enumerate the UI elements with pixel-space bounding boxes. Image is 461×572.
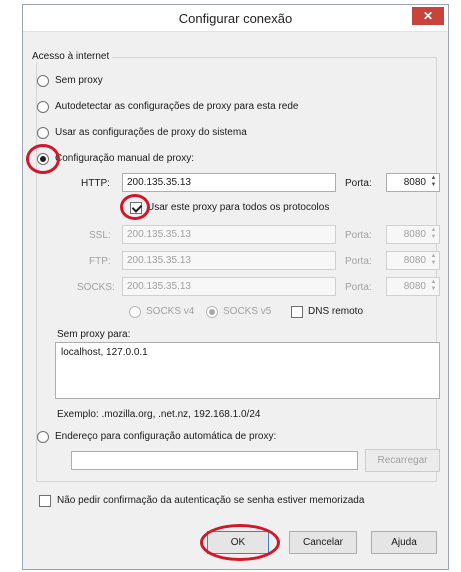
radio-socks-v4[interactable]: [129, 306, 141, 318]
socks-v4-label[interactable]: SOCKS v4: [146, 306, 194, 317]
socks-port-value: 8080: [403, 281, 426, 292]
ssl-proxy-input[interactable]: 200.135.35.13: [122, 225, 336, 244]
radio-no-proxy-label[interactable]: Sem proxy: [55, 75, 103, 86]
no-proxy-for-label: Sem proxy para:: [57, 329, 131, 340]
ftp-proxy-input[interactable]: 200.135.35.13: [122, 251, 336, 270]
dns-remote-label[interactable]: DNS remoto: [308, 306, 363, 317]
radio-system-proxy[interactable]: [37, 127, 49, 139]
ssl-port-label: Porta:: [345, 230, 372, 241]
radio-socks-v5[interactable]: [206, 306, 218, 318]
http-port-spinner[interactable]: 8080 ▲ ▼: [386, 173, 440, 192]
http-port-label: Porta:: [345, 178, 372, 189]
socks-proxy-input[interactable]: 200.135.35.13: [122, 277, 336, 296]
help-button[interactable]: Ajuda: [371, 531, 437, 554]
socks-port-spinner[interactable]: 8080 ▲ ▼: [386, 277, 440, 296]
ftp-label: FTP:: [89, 256, 111, 267]
radio-system-proxy-label[interactable]: Usar as configurações de proxy do sistem…: [55, 127, 247, 138]
share-proxy-checkbox[interactable]: [130, 202, 142, 214]
radio-no-proxy[interactable]: [37, 75, 49, 87]
spinner-arrows-icon[interactable]: ▲ ▼: [429, 227, 438, 242]
group-legend: Acesso à internet: [29, 51, 113, 62]
no-proxy-for-textarea[interactable]: localhost, 127.0.0.1: [55, 342, 440, 399]
ftp-port-value: 8080: [403, 255, 426, 266]
spinner-arrows-icon[interactable]: ▲ ▼: [429, 253, 438, 268]
auth-no-prompt-label[interactable]: Não pedir confirmação da autenticação se…: [57, 495, 364, 506]
auto-config-url-input[interactable]: [71, 451, 358, 470]
ssl-port-value: 8080: [403, 229, 426, 240]
radio-manual-proxy[interactable]: [37, 153, 49, 165]
reload-button[interactable]: Recarregar: [365, 449, 440, 472]
spinner-arrows-icon[interactable]: ▲ ▼: [429, 279, 438, 294]
radio-auto-config-url[interactable]: [37, 431, 49, 443]
no-proxy-example: Exemplo: .mozilla.org, .net.nz, 192.168.…: [57, 409, 261, 420]
socks-port-label: Porta:: [345, 282, 372, 293]
close-button[interactable]: ✕: [412, 7, 444, 25]
ftp-port-label: Porta:: [345, 256, 372, 267]
socks-label: SOCKS:: [77, 282, 115, 293]
dialog-title: Configurar conexão: [178, 11, 293, 26]
cancel-button[interactable]: Cancelar: [289, 531, 357, 554]
radio-manual-proxy-label[interactable]: Configuração manual de proxy:: [55, 153, 194, 164]
auth-no-prompt-checkbox[interactable]: [39, 495, 51, 507]
spinner-arrows-icon[interactable]: ▲ ▼: [429, 175, 438, 190]
ok-button[interactable]: OK: [207, 531, 269, 554]
http-label: HTTP:: [81, 178, 110, 189]
share-proxy-label[interactable]: Usar este proxy para todos os protocolos: [147, 202, 329, 213]
ssl-label: SSL:: [89, 230, 111, 241]
connection-settings-dialog: Configurar conexão ✕ Acesso à internet S…: [22, 4, 449, 570]
radio-autodetect[interactable]: [37, 101, 49, 113]
ftp-port-spinner[interactable]: 8080 ▲ ▼: [386, 251, 440, 270]
auto-config-url-label[interactable]: Endereço para configuração automática de…: [55, 431, 276, 442]
socks-v5-label[interactable]: SOCKS v5: [223, 306, 271, 317]
ssl-port-spinner[interactable]: 8080 ▲ ▼: [386, 225, 440, 244]
dns-remote-checkbox[interactable]: [291, 306, 303, 318]
http-port-value: 8080: [403, 177, 426, 188]
radio-autodetect-label[interactable]: Autodetectar as configurações de proxy p…: [55, 101, 298, 112]
title-bar: Configurar conexão ✕: [23, 5, 448, 32]
http-proxy-input[interactable]: 200.135.35.13: [122, 173, 336, 192]
